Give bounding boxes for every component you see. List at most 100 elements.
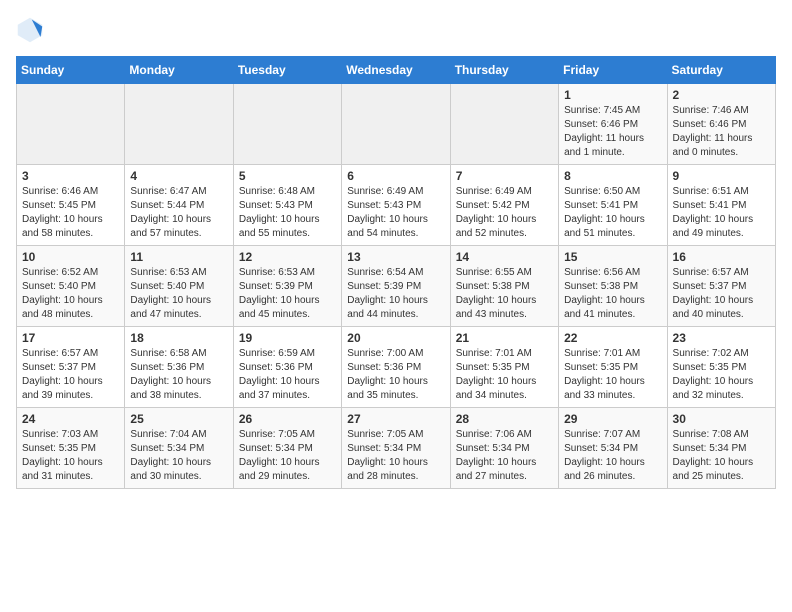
cell-text: Sunrise: 7:04 AM [130, 428, 227, 442]
cell-text: Daylight: 10 hours [456, 375, 553, 389]
day-number: 6 [347, 169, 444, 183]
calendar-cell [233, 84, 341, 165]
cell-text: Daylight: 10 hours [130, 375, 227, 389]
cell-text: and 58 minutes. [22, 227, 119, 241]
calendar-cell: 23Sunrise: 7:02 AMSunset: 5:35 PMDayligh… [667, 327, 775, 408]
calendar-cell: 15Sunrise: 6:56 AMSunset: 5:38 PMDayligh… [559, 246, 667, 327]
cell-text: Daylight: 10 hours [564, 375, 661, 389]
cell-text: Daylight: 10 hours [22, 456, 119, 470]
day-number: 17 [22, 331, 119, 345]
weekday-header: Tuesday [233, 57, 341, 84]
cell-text: Sunset: 5:39 PM [347, 280, 444, 294]
cell-text: Sunrise: 6:53 AM [239, 266, 336, 280]
cell-text: and 30 minutes. [130, 470, 227, 484]
calendar-cell: 4Sunrise: 6:47 AMSunset: 5:44 PMDaylight… [125, 165, 233, 246]
cell-text: and 28 minutes. [347, 470, 444, 484]
calendar-cell: 1Sunrise: 7:45 AMSunset: 6:46 PMDaylight… [559, 84, 667, 165]
cell-text: and 40 minutes. [673, 308, 770, 322]
cell-text: and 0 minutes. [673, 146, 770, 160]
cell-text: Sunset: 5:37 PM [673, 280, 770, 294]
cell-text: and 29 minutes. [239, 470, 336, 484]
day-number: 21 [456, 331, 553, 345]
calendar-cell: 20Sunrise: 7:00 AMSunset: 5:36 PMDayligh… [342, 327, 450, 408]
cell-text: and 45 minutes. [239, 308, 336, 322]
cell-text: Sunset: 5:42 PM [456, 199, 553, 213]
cell-text: Sunrise: 6:53 AM [130, 266, 227, 280]
cell-text: and 37 minutes. [239, 389, 336, 403]
weekday-header: Friday [559, 57, 667, 84]
cell-text: Daylight: 10 hours [456, 456, 553, 470]
calendar-cell: 30Sunrise: 7:08 AMSunset: 5:34 PMDayligh… [667, 408, 775, 489]
cell-text: Daylight: 10 hours [239, 375, 336, 389]
cell-text: Daylight: 10 hours [456, 294, 553, 308]
cell-text: Daylight: 10 hours [673, 375, 770, 389]
cell-text: Daylight: 10 hours [22, 375, 119, 389]
cell-text: and 55 minutes. [239, 227, 336, 241]
cell-text: Sunrise: 6:57 AM [673, 266, 770, 280]
cell-text: Daylight: 10 hours [673, 456, 770, 470]
calendar-cell: 29Sunrise: 7:07 AMSunset: 5:34 PMDayligh… [559, 408, 667, 489]
logo-icon [16, 16, 44, 44]
calendar-cell: 25Sunrise: 7:04 AMSunset: 5:34 PMDayligh… [125, 408, 233, 489]
calendar-cell: 28Sunrise: 7:06 AMSunset: 5:34 PMDayligh… [450, 408, 558, 489]
cell-text: Sunset: 5:36 PM [130, 361, 227, 375]
cell-text: Sunset: 5:35 PM [456, 361, 553, 375]
cell-text: Daylight: 10 hours [673, 213, 770, 227]
cell-text: and 34 minutes. [456, 389, 553, 403]
calendar-cell: 19Sunrise: 6:59 AMSunset: 5:36 PMDayligh… [233, 327, 341, 408]
day-number: 13 [347, 250, 444, 264]
cell-text: Sunrise: 7:06 AM [456, 428, 553, 442]
cell-text: Sunset: 5:43 PM [239, 199, 336, 213]
calendar-cell: 24Sunrise: 7:03 AMSunset: 5:35 PMDayligh… [17, 408, 125, 489]
calendar-cell: 26Sunrise: 7:05 AMSunset: 5:34 PMDayligh… [233, 408, 341, 489]
cell-text: Sunset: 5:35 PM [22, 442, 119, 456]
cell-text: Daylight: 10 hours [22, 294, 119, 308]
cell-text: and 26 minutes. [564, 470, 661, 484]
cell-text: Sunrise: 6:52 AM [22, 266, 119, 280]
cell-text: and 25 minutes. [673, 470, 770, 484]
cell-text: Sunset: 5:43 PM [347, 199, 444, 213]
day-number: 24 [22, 412, 119, 426]
calendar-cell [17, 84, 125, 165]
calendar-cell: 3Sunrise: 6:46 AMSunset: 5:45 PMDaylight… [17, 165, 125, 246]
cell-text: Sunset: 5:37 PM [22, 361, 119, 375]
calendar-cell: 14Sunrise: 6:55 AMSunset: 5:38 PMDayligh… [450, 246, 558, 327]
calendar-cell [342, 84, 450, 165]
weekday-header: Saturday [667, 57, 775, 84]
cell-text: Daylight: 10 hours [564, 213, 661, 227]
cell-text: Sunset: 5:40 PM [130, 280, 227, 294]
logo [16, 16, 48, 44]
cell-text: Sunrise: 6:51 AM [673, 185, 770, 199]
calendar-week-row: 1Sunrise: 7:45 AMSunset: 6:46 PMDaylight… [17, 84, 776, 165]
cell-text: Daylight: 10 hours [239, 213, 336, 227]
calendar-cell: 27Sunrise: 7:05 AMSunset: 5:34 PMDayligh… [342, 408, 450, 489]
cell-text: Sunrise: 7:01 AM [456, 347, 553, 361]
cell-text: Sunrise: 7:02 AM [673, 347, 770, 361]
cell-text: and 1 minute. [564, 146, 661, 160]
weekday-row: SundayMondayTuesdayWednesdayThursdayFrid… [17, 57, 776, 84]
cell-text: Daylight: 10 hours [564, 294, 661, 308]
calendar-cell: 6Sunrise: 6:49 AMSunset: 5:43 PMDaylight… [342, 165, 450, 246]
cell-text: and 43 minutes. [456, 308, 553, 322]
cell-text: Sunrise: 7:05 AM [347, 428, 444, 442]
cell-text: and 35 minutes. [347, 389, 444, 403]
day-number: 26 [239, 412, 336, 426]
day-number: 5 [239, 169, 336, 183]
cell-text: and 54 minutes. [347, 227, 444, 241]
day-number: 3 [22, 169, 119, 183]
cell-text: Sunrise: 6:56 AM [564, 266, 661, 280]
cell-text: Daylight: 10 hours [130, 456, 227, 470]
calendar-cell: 7Sunrise: 6:49 AMSunset: 5:42 PMDaylight… [450, 165, 558, 246]
calendar-week-row: 10Sunrise: 6:52 AMSunset: 5:40 PMDayligh… [17, 246, 776, 327]
calendar-cell: 5Sunrise: 6:48 AMSunset: 5:43 PMDaylight… [233, 165, 341, 246]
cell-text: and 38 minutes. [130, 389, 227, 403]
calendar-cell: 2Sunrise: 7:46 AMSunset: 6:46 PMDaylight… [667, 84, 775, 165]
cell-text: and 31 minutes. [22, 470, 119, 484]
day-number: 20 [347, 331, 444, 345]
cell-text: Daylight: 11 hours [673, 132, 770, 146]
day-number: 18 [130, 331, 227, 345]
calendar-cell: 22Sunrise: 7:01 AMSunset: 5:35 PMDayligh… [559, 327, 667, 408]
cell-text: Daylight: 10 hours [456, 213, 553, 227]
day-number: 8 [564, 169, 661, 183]
cell-text: and 48 minutes. [22, 308, 119, 322]
